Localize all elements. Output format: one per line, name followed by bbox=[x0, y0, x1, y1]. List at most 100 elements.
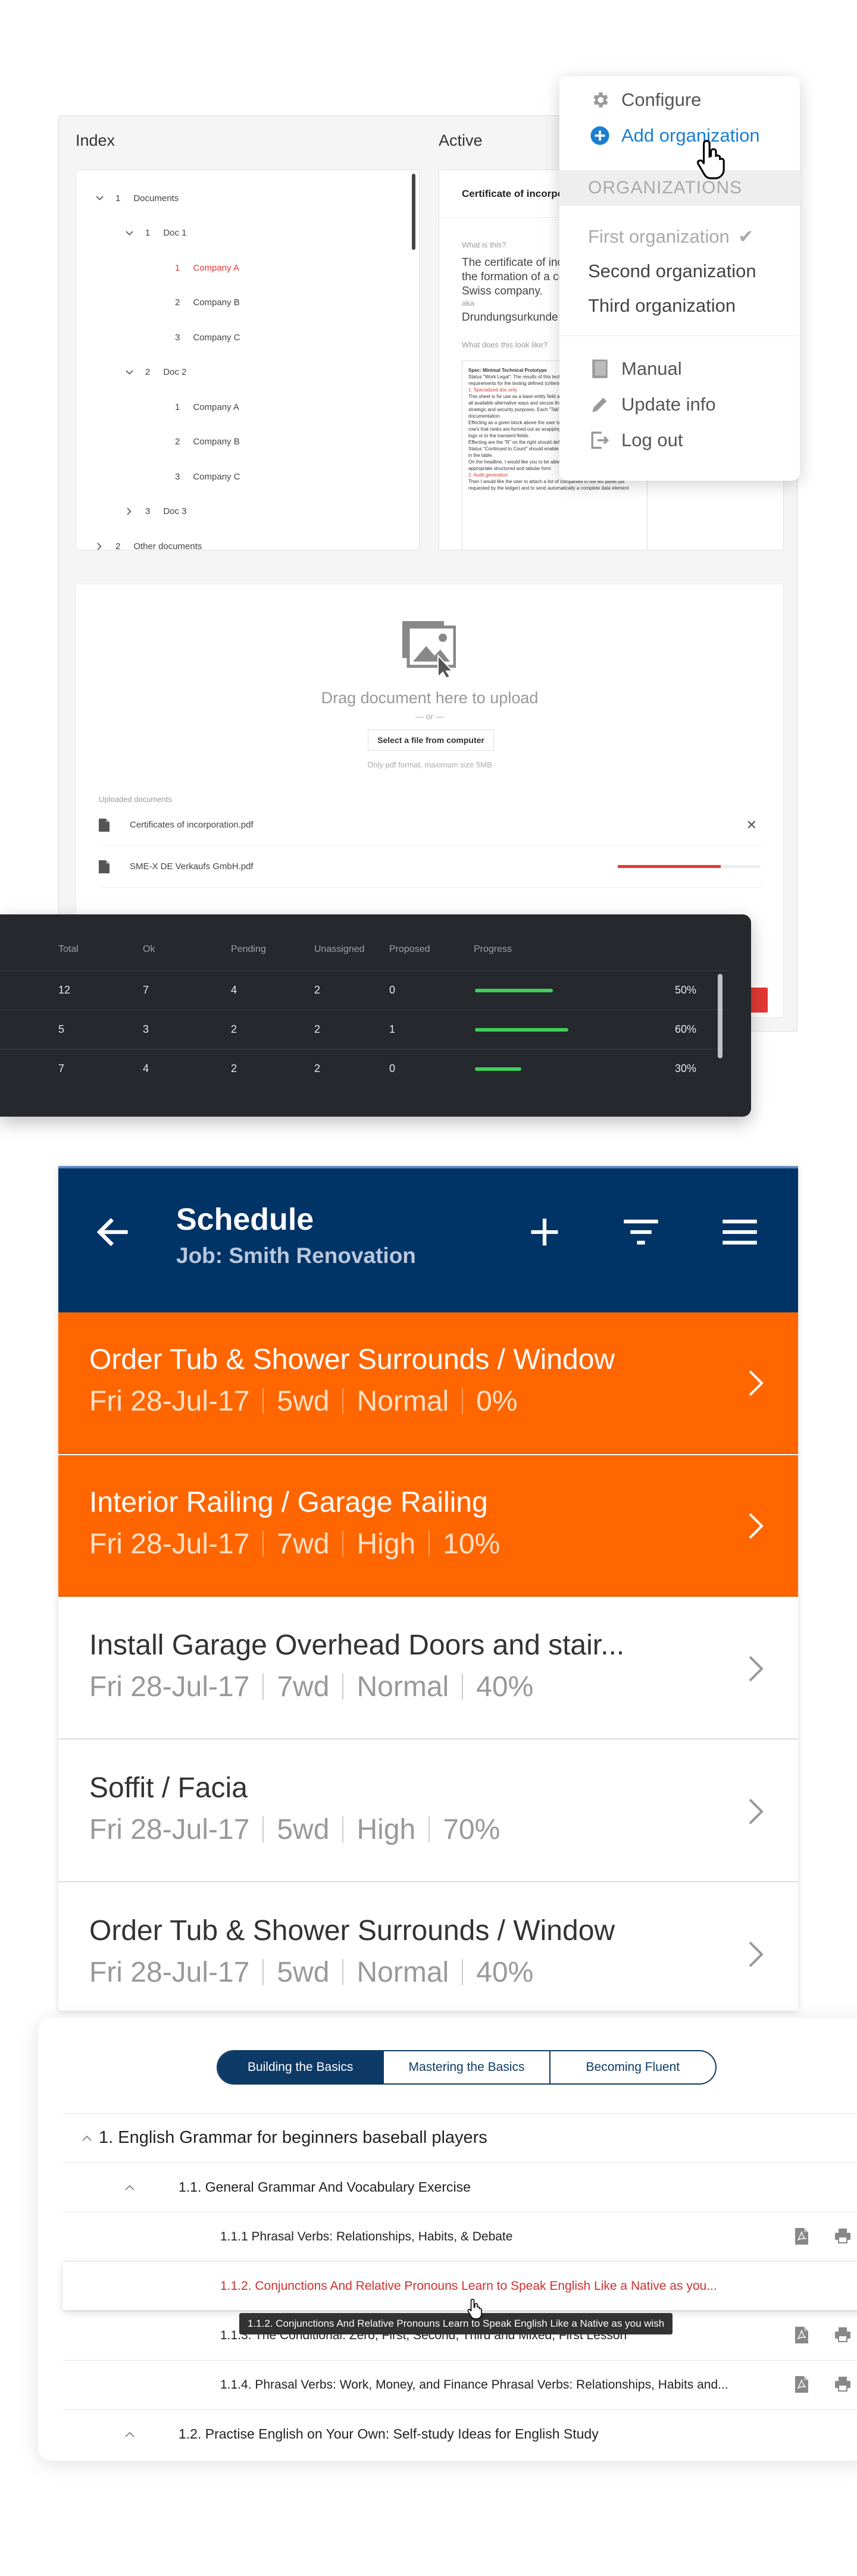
manual-menu-item[interactable]: Manual bbox=[588, 357, 682, 381]
task-progress: 40% bbox=[476, 1957, 534, 1988]
chevron-up-icon[interactable] bbox=[124, 2428, 136, 2440]
chevron-down-icon[interactable] bbox=[95, 194, 104, 202]
cell-total: 5 bbox=[58, 1023, 65, 1035]
print-icon[interactable] bbox=[834, 2327, 850, 2345]
organization-item-current[interactable]: First organization ✔ bbox=[588, 226, 753, 247]
column-header-total: Total bbox=[58, 944, 79, 954]
column-header-pending: Pending bbox=[231, 944, 266, 954]
task-progress: 0% bbox=[476, 1386, 518, 1417]
schedule-task-row[interactable]: Interior Railing / Garage Railing Fri 28-… bbox=[58, 1455, 798, 1597]
print-icon[interactable] bbox=[834, 2228, 850, 2246]
add-icon[interactable] bbox=[524, 1211, 565, 1253]
chevron-right-icon[interactable] bbox=[747, 1654, 765, 1684]
task-priority: Normal bbox=[356, 1386, 449, 1417]
add-organization-menu-item[interactable]: Add organization bbox=[588, 124, 760, 148]
file-icon bbox=[99, 860, 110, 873]
logout-menu-item[interactable]: Log out bbox=[588, 428, 683, 452]
chevron-right-icon[interactable] bbox=[747, 1368, 765, 1398]
tree-node[interactable]: 3 Company C bbox=[155, 328, 240, 346]
pencil-icon bbox=[588, 393, 612, 416]
table-row[interactable]: 5 3 2 2 1 60% bbox=[0, 1010, 727, 1049]
course-item-row[interactable]: 1. English Grammar for beginners basebal… bbox=[63, 2113, 857, 2162]
course-item-row[interactable]: 1.1.1 Phrasal Verbs: Relationships, Habi… bbox=[63, 2212, 857, 2261]
schedule-task-row[interactable]: Install Garage Overhead Doors and stair.… bbox=[58, 1598, 798, 1740]
chevron-right-icon[interactable] bbox=[95, 542, 104, 550]
schedule-task-row[interactable]: Order Tub & Shower Surrounds / Window Fri… bbox=[58, 1312, 798, 1454]
cell-proposed: 0 bbox=[389, 1063, 396, 1074]
course-item-row[interactable]: 1.1. General Grammar And Vocabulary Exer… bbox=[63, 2163, 857, 2211]
remove-file-icon[interactable]: ✕ bbox=[746, 817, 757, 833]
course-item-row[interactable]: 1.1.4. Phrasal Verbs: Work, Money, and F… bbox=[63, 2360, 857, 2409]
book-icon bbox=[588, 357, 612, 381]
plus-circle-icon bbox=[588, 124, 612, 148]
chevron-right-icon[interactable] bbox=[747, 1511, 765, 1541]
tree-scrollbar[interactable] bbox=[412, 174, 415, 250]
tab-becoming-fluent[interactable]: Becoming Fluent bbox=[551, 2051, 715, 2083]
course-item-row[interactable]: 1.1.2. Conjunctions And Relative Pronoun… bbox=[63, 2261, 857, 2310]
gear-icon bbox=[588, 88, 612, 112]
chevron-down-icon[interactable] bbox=[125, 368, 133, 377]
tree-node[interactable]: 2 Other documents bbox=[95, 537, 202, 550]
schedule-task-row[interactable]: Soffit / Facia Fri 28-Jul-17 5wd High 70% bbox=[58, 1741, 798, 1882]
progress-bar bbox=[475, 1067, 573, 1071]
chevron-right-icon[interactable] bbox=[125, 507, 133, 516]
progress-percent: 30% bbox=[674, 1063, 696, 1074]
task-name: Soffit / Facia bbox=[89, 1772, 248, 1804]
chevron-up-icon[interactable] bbox=[124, 2182, 136, 2193]
filter-icon[interactable] bbox=[620, 1211, 662, 1253]
separator bbox=[262, 1816, 264, 1842]
schedule-task-row[interactable]: Order Tub & Shower Surrounds / Window Fri… bbox=[58, 1884, 798, 2011]
tab-mastering-the-basics[interactable]: Mastering the Basics bbox=[384, 2051, 551, 2083]
task-name: Order Tub & Shower Surrounds / Window bbox=[89, 1915, 615, 1947]
node-label: Doc 3 bbox=[163, 506, 187, 516]
chevron-down-icon[interactable] bbox=[125, 229, 133, 237]
course-item-label: 1.1. General Grammar And Vocabulary Exer… bbox=[179, 2179, 471, 2195]
organization-item[interactable]: Third organization bbox=[588, 295, 736, 316]
table-row[interactable]: 7 4 2 2 0 30% bbox=[0, 1049, 727, 1088]
column-header-ok: Ok bbox=[143, 944, 155, 954]
tree-node[interactable]: 3 Company C bbox=[155, 468, 240, 485]
tree-node[interactable]: 3 Doc 3 bbox=[125, 503, 187, 521]
pdf-icon[interactable] bbox=[795, 2227, 811, 2246]
pdf-icon[interactable] bbox=[795, 2376, 811, 2394]
node-number: 1 bbox=[115, 193, 121, 203]
tree-node[interactable]: 1 Documents bbox=[95, 189, 179, 207]
table-row[interactable]: 12 7 4 2 0 50% bbox=[0, 970, 727, 1010]
chevron-right-icon[interactable] bbox=[747, 1797, 765, 1826]
logout-icon bbox=[588, 428, 612, 452]
node-number: 1 bbox=[175, 262, 180, 273]
menu-icon[interactable] bbox=[719, 1211, 761, 1253]
task-duration: 7wd bbox=[277, 1528, 330, 1560]
separator bbox=[462, 1674, 464, 1700]
tree-node[interactable]: 1 Company A bbox=[155, 259, 239, 277]
chevron-up-icon[interactable] bbox=[81, 2132, 93, 2144]
course-item-row[interactable]: 1.2. Practise English on Your Own: Self-… bbox=[63, 2409, 857, 2458]
print-icon[interactable] bbox=[834, 2376, 850, 2394]
pdf-icon[interactable] bbox=[795, 2326, 811, 2345]
progress-fill bbox=[475, 989, 553, 992]
task-meta: Fri 28-Jul-17 7wd High 10% bbox=[89, 1528, 500, 1560]
image-upload-icon bbox=[402, 621, 456, 678]
update-info-menu-item[interactable]: Update info bbox=[588, 393, 716, 416]
table-scrollbar[interactable] bbox=[718, 974, 722, 1058]
chevron-right-icon[interactable] bbox=[747, 1939, 765, 1969]
task-date: Fri 28-Jul-17 bbox=[89, 1814, 250, 1845]
schedule-screen: Schedule Job: Smith Renovation Order Tub… bbox=[58, 1166, 798, 2011]
hand-cursor-icon bbox=[467, 2298, 482, 2320]
job-subtitle: Job: Smith Renovation bbox=[176, 1243, 416, 1268]
task-duration: 7wd bbox=[277, 1671, 330, 1703]
select-file-button[interactable]: Select a file from computer bbox=[368, 729, 494, 751]
configure-menu-item[interactable]: Configure bbox=[588, 88, 701, 112]
task-duration: 5wd bbox=[277, 1386, 330, 1417]
tab-building-the-basics[interactable]: Building the Basics bbox=[218, 2051, 384, 2083]
tree-node[interactable]: 1 Doc 1 bbox=[125, 224, 187, 242]
tree-node[interactable]: 2 Company B bbox=[155, 294, 240, 312]
tree-node[interactable]: 2 Company B bbox=[155, 433, 240, 451]
back-arrow-icon[interactable] bbox=[93, 1211, 135, 1253]
organization-item[interactable]: Second organization bbox=[588, 261, 756, 282]
tree-node[interactable]: 1 Company A bbox=[155, 398, 239, 416]
separator bbox=[262, 1959, 264, 1985]
tree-node[interactable]: 2 Doc 2 bbox=[125, 363, 187, 381]
separator bbox=[428, 1816, 430, 1842]
checkmark-icon: ✔ bbox=[738, 226, 754, 247]
